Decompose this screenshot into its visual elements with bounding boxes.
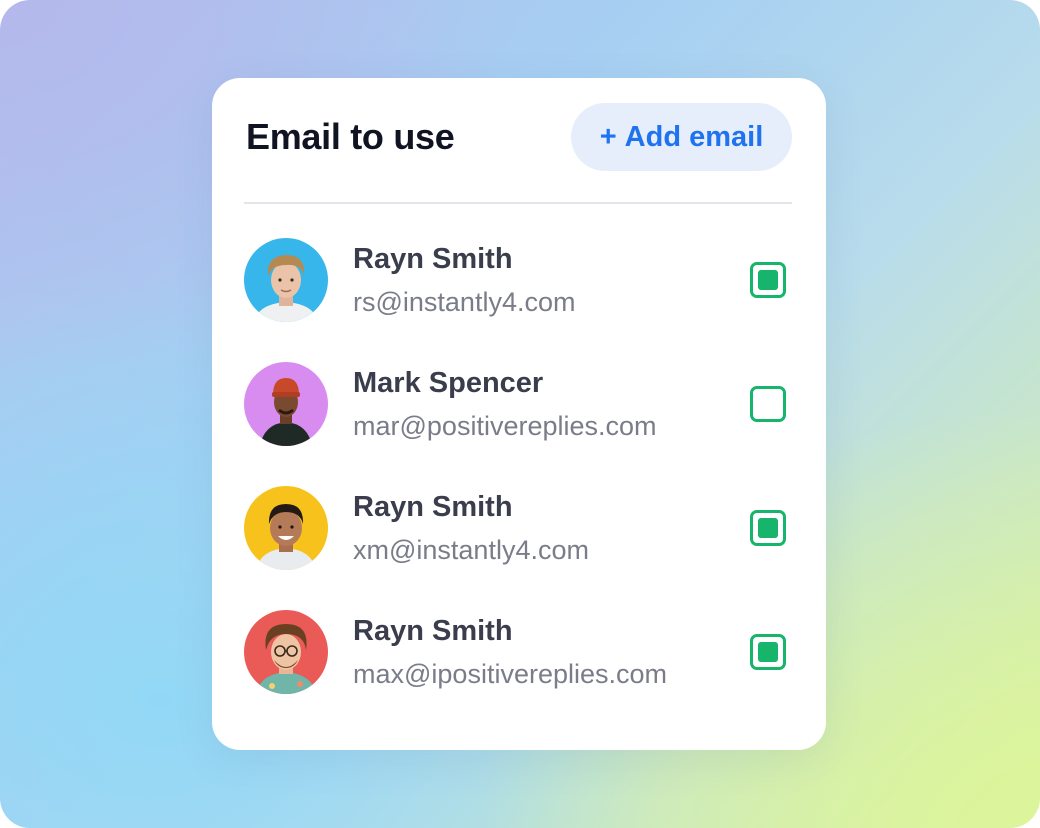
avatar-portrait-icon <box>244 486 328 570</box>
divider <box>244 202 792 204</box>
avatar <box>244 610 328 694</box>
avatar <box>244 238 328 322</box>
card-title: Email to use <box>246 116 455 157</box>
account-row[interactable]: Rayn Smith max@ipositivereplies.com <box>244 608 792 694</box>
select-checkbox-checked[interactable] <box>750 510 786 546</box>
account-email: max@ipositivereplies.com <box>353 659 668 689</box>
plus-icon: + <box>599 120 617 153</box>
check-fill <box>758 518 778 538</box>
background-canvas: Email to use + Add email Rayn Smith rs@i… <box>0 0 1040 828</box>
avatar-portrait-icon <box>244 610 328 694</box>
avatar <box>244 486 328 570</box>
select-checkbox-checked[interactable] <box>750 634 786 670</box>
select-checkbox-unchecked[interactable] <box>750 386 786 422</box>
add-email-button[interactable]: + Add email <box>571 103 792 171</box>
account-name: Rayn Smith <box>353 491 513 523</box>
avatar <box>244 362 328 446</box>
account-row[interactable]: Mark Spencer mar@positivereplies.com <box>244 360 792 446</box>
select-checkbox-checked[interactable] <box>750 262 786 298</box>
avatar-portrait-icon <box>244 238 328 322</box>
account-email: xm@instantly4.com <box>353 535 589 565</box>
check-fill <box>758 642 778 662</box>
check-fill <box>758 270 778 290</box>
account-email: rs@instantly4.com <box>353 287 576 317</box>
add-email-label: Add email <box>624 120 764 153</box>
account-row[interactable]: Rayn Smith xm@instantly4.com <box>244 484 792 570</box>
avatar-portrait-icon <box>244 362 328 446</box>
account-row[interactable]: Rayn Smith rs@instantly4.com <box>244 236 792 322</box>
account-name: Mark Spencer <box>353 367 544 399</box>
account-name: Rayn Smith <box>353 615 513 647</box>
account-email: mar@positivereplies.com <box>353 411 657 441</box>
email-selection-card: Email to use + Add email Rayn Smith rs@i… <box>212 78 826 750</box>
account-name: Rayn Smith <box>353 243 513 275</box>
